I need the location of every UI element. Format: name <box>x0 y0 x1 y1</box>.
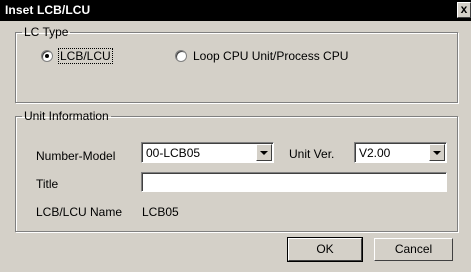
radio-loop-cpu[interactable]: Loop CPU Unit/Process CPU <box>175 49 348 63</box>
lc-type-legend: LC Type <box>24 25 69 39</box>
number-model-dropdown-arrow-icon[interactable] <box>256 144 272 161</box>
unit-information-legend: Unit Information <box>24 109 109 123</box>
window-title: Inset LCB/LCU <box>5 3 91 17</box>
lcb-lcu-name-label: LCB/LCU Name <box>36 205 123 219</box>
unit-ver-label: Unit Ver. <box>289 147 335 161</box>
cancel-button[interactable]: Cancel <box>374 238 453 261</box>
radio-lcb-lcu[interactable]: LCB/LCU <box>41 48 113 64</box>
dialog-window: Inset LCB/LCU x LC Type LCB/LCU Loop CPU… <box>0 0 471 272</box>
radio-loop-cpu-indicator[interactable] <box>175 50 187 62</box>
unit-ver-dropdown-arrow-icon[interactable] <box>429 144 445 161</box>
close-button[interactable]: x <box>457 2 471 18</box>
title-label: Title <box>36 177 59 191</box>
unit-ver-value: V2.00 <box>359 146 391 160</box>
radio-lcb-lcu-label[interactable]: LCB/LCU <box>58 48 113 64</box>
lcb-lcu-name-value: LCB05 <box>142 205 179 219</box>
close-icon: x <box>460 2 468 16</box>
number-model-label: Number-Model <box>36 149 116 163</box>
radio-lcb-lcu-indicator[interactable] <box>41 50 53 62</box>
lc-type-group: LC Type <box>15 25 458 103</box>
title-input[interactable] <box>141 172 447 192</box>
radio-loop-cpu-label[interactable]: Loop CPU Unit/Process CPU <box>193 49 348 63</box>
title-bar[interactable]: Inset LCB/LCU x <box>0 0 471 21</box>
number-model-value: 00-LCB05 <box>146 146 201 160</box>
ok-button[interactable]: OK <box>287 237 363 262</box>
number-model-select[interactable]: 00-LCB05 <box>141 142 274 163</box>
unit-ver-select[interactable]: V2.00 <box>354 142 447 163</box>
